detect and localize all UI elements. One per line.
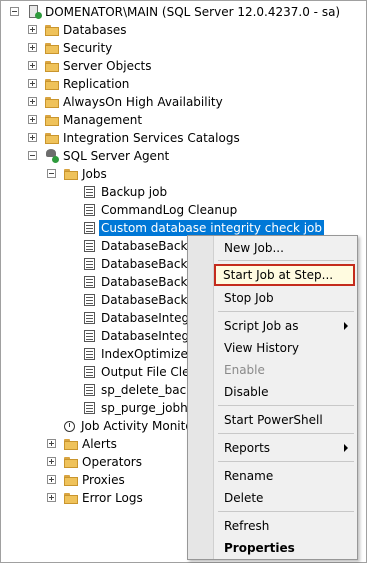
job-icon xyxy=(82,346,98,362)
menu-item-script-job-as[interactable]: Script Job as xyxy=(216,316,356,336)
expand-icon[interactable] xyxy=(47,439,56,448)
tree-node-label: Operators xyxy=(82,455,142,469)
menu-item-properties[interactable]: Properties xyxy=(216,538,356,558)
tree-node-label: Jobs xyxy=(82,167,107,181)
folder-icon xyxy=(44,76,60,92)
monitor-icon xyxy=(62,418,78,434)
menu-separator xyxy=(218,311,354,312)
menu-item-delete[interactable]: Delete xyxy=(216,488,356,508)
expand-icon[interactable] xyxy=(28,97,37,106)
job-icon xyxy=(82,220,98,236)
expand-icon[interactable] xyxy=(28,25,37,34)
collapse-icon[interactable] xyxy=(10,7,19,16)
tree-node-label: Security xyxy=(63,41,113,55)
job-icon xyxy=(82,382,98,398)
menu-item-rename[interactable]: Rename xyxy=(216,466,356,486)
server-icon xyxy=(26,4,42,20)
folder-icon xyxy=(44,40,60,56)
job-icon xyxy=(82,184,98,200)
tree-node-label: Error Logs xyxy=(82,491,143,505)
tree-node-label: SQL Server Agent xyxy=(63,149,170,163)
highlight-box xyxy=(214,264,355,286)
menu-separator xyxy=(218,511,354,512)
expand-icon[interactable] xyxy=(47,457,56,466)
expand-icon[interactable] xyxy=(28,43,37,52)
job-label: CommandLog Cleanup xyxy=(101,203,238,217)
job-label: IndexOptimize - xyxy=(101,347,196,361)
menu-item-new-job[interactable]: New Job... xyxy=(216,238,356,258)
agent-icon xyxy=(44,148,60,164)
tree-node-label: Alerts xyxy=(82,437,117,451)
folder-icon xyxy=(63,166,79,182)
tree-node-label: Integration Services Catalogs xyxy=(63,131,240,145)
menu-item-refresh[interactable]: Refresh xyxy=(216,516,356,536)
expand-icon[interactable] xyxy=(28,133,37,142)
job-icon xyxy=(82,328,98,344)
menu-item-label: Script Job as xyxy=(224,319,299,333)
menu-item-label: Reports xyxy=(224,441,271,455)
expand-icon[interactable] xyxy=(47,493,56,502)
menu-item-reports[interactable]: Reports xyxy=(216,438,356,458)
tree-node-label: Proxies xyxy=(82,473,125,487)
menu-separator xyxy=(218,405,354,406)
menu-item-enable: Enable xyxy=(224,363,265,377)
menu-separator xyxy=(218,433,354,434)
tree-node-label: Databases xyxy=(63,23,127,37)
collapse-icon[interactable] xyxy=(28,151,37,160)
tree-node-label: AlwaysOn High Availability xyxy=(63,95,223,109)
folder-icon xyxy=(44,58,60,74)
tree-node-label: Replication xyxy=(63,77,130,91)
menu-separator xyxy=(218,260,354,261)
expand-icon[interactable] xyxy=(28,61,37,70)
folder-icon xyxy=(44,112,60,128)
menu-item-view-history[interactable]: View History xyxy=(216,338,356,358)
folder-icon xyxy=(63,436,79,452)
expand-icon[interactable] xyxy=(28,115,37,124)
menu-item-start-powershell[interactable]: Start PowerShell xyxy=(216,410,356,430)
folder-icon xyxy=(44,130,60,146)
tree-node-label: DOMENATOR\MAIN (SQL Server 12.0.4237.0 -… xyxy=(45,5,341,19)
menu-gutter xyxy=(188,236,214,559)
job-label: Backup job xyxy=(101,185,168,199)
folder-icon xyxy=(63,472,79,488)
tree-node-label: Management xyxy=(63,113,143,127)
job-icon xyxy=(82,400,98,416)
job-icon xyxy=(82,202,98,218)
job-icon xyxy=(82,292,98,308)
job-icon xyxy=(82,238,98,254)
job-icon xyxy=(82,364,98,380)
tree-node-label: Server Objects xyxy=(63,59,152,73)
expand-icon[interactable] xyxy=(28,79,37,88)
menu-item-disable[interactable]: Disable xyxy=(216,382,356,402)
submenu-arrow-icon xyxy=(344,444,348,452)
job-label: Output File Clea xyxy=(101,365,197,379)
context-menu: New Job... Start Job at Step... Stop Job… xyxy=(187,235,358,560)
job-icon xyxy=(82,274,98,290)
expand-icon[interactable] xyxy=(47,475,56,484)
collapse-icon[interactable] xyxy=(47,169,56,178)
job-icon xyxy=(82,310,98,326)
job-label: Custom database integrity check job xyxy=(99,220,325,236)
tree-node-label: Job Activity Monitor xyxy=(81,419,198,433)
menu-separator xyxy=(218,461,354,462)
folder-icon xyxy=(44,22,60,38)
submenu-arrow-icon xyxy=(344,322,348,330)
menu-item-stop-job[interactable]: Stop Job xyxy=(216,288,356,308)
folder-icon xyxy=(44,94,60,110)
folder-icon xyxy=(63,454,79,470)
job-icon xyxy=(82,256,98,272)
folder-icon xyxy=(63,490,79,506)
